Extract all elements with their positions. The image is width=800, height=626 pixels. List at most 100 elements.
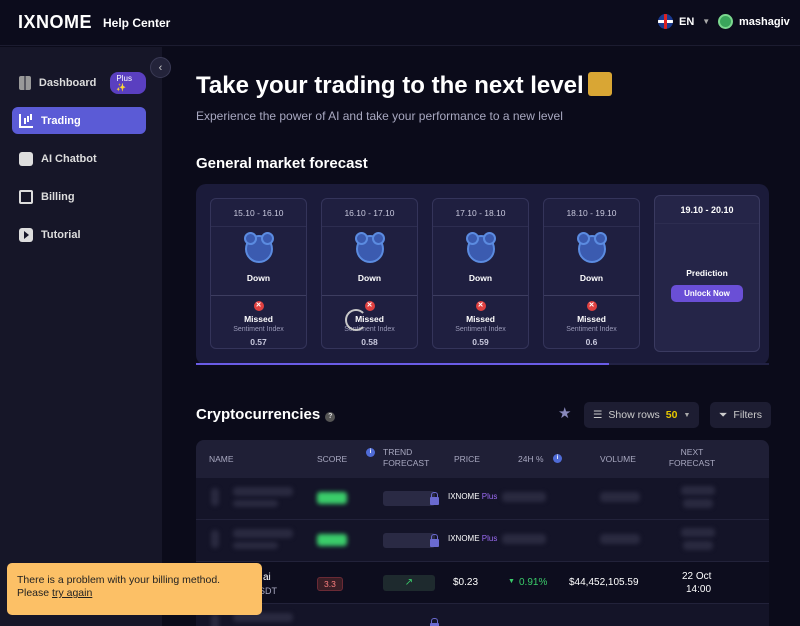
plus-locked-label[interactable]: IXNOME Plus bbox=[448, 492, 497, 501]
language-label: EN bbox=[679, 15, 695, 28]
column-name[interactable]: NAME bbox=[209, 454, 234, 465]
play-icon bbox=[19, 227, 33, 242]
forecast-status: Missed bbox=[244, 314, 273, 324]
forecast-direction: Down bbox=[357, 273, 382, 283]
forecast-card: 15.10 - 16.10 Down ✕ Missed Sentiment In… bbox=[210, 198, 307, 349]
prediction-card: 19.10 - 20.10 Prediction Unlock Now bbox=[654, 195, 760, 352]
sentiment-value: 0.58 bbox=[361, 337, 378, 347]
filters-label: Filters bbox=[733, 409, 762, 421]
forecast-card: 16.10 - 17.10 Down ✕ Missed Sentiment In… bbox=[321, 198, 418, 349]
blurred-volume bbox=[600, 492, 640, 502]
forecast-direction: Down bbox=[468, 273, 493, 283]
sidebar-item-billing[interactable]: Billing bbox=[12, 183, 146, 210]
page-subtitle: Experience the power of AI and take your… bbox=[196, 109, 563, 123]
forecast-date: 15.10 - 16.10 bbox=[211, 199, 306, 227]
chevron-down-icon: ▼ bbox=[683, 411, 691, 419]
column-next-forecast[interactable]: NEXT FORECAST bbox=[666, 447, 718, 469]
prediction-date: 19.10 - 20.10 bbox=[655, 196, 759, 224]
lock-icon bbox=[430, 534, 439, 547]
info-icon[interactable]: i bbox=[553, 454, 562, 463]
try-again-link[interactable]: try again bbox=[52, 587, 92, 599]
column-trend-forecast[interactable]: TREND FORECAST bbox=[383, 447, 438, 469]
filters-button[interactable]: ⏷ Filters bbox=[710, 402, 771, 428]
username: mashagiv bbox=[739, 15, 790, 28]
missed-icon: ✕ bbox=[253, 301, 264, 311]
divider bbox=[544, 295, 639, 296]
unlock-now-button[interactable]: Unlock Now bbox=[671, 285, 743, 302]
plus-locked-label[interactable]: IXNOME Plus bbox=[448, 534, 497, 543]
column-score[interactable]: SCORE bbox=[317, 454, 347, 465]
divider bbox=[211, 295, 306, 296]
column-volume[interactable]: VOLUME bbox=[600, 454, 636, 465]
sidebar-item-label: Trading bbox=[41, 114, 81, 127]
carousel-progress-fill bbox=[196, 363, 609, 365]
user-menu[interactable]: mashagiv bbox=[718, 14, 790, 29]
receipt-icon bbox=[19, 189, 33, 204]
sidebar-item-ai-chatbot[interactable]: AI Chatbot bbox=[12, 145, 146, 172]
blurred-pair bbox=[233, 542, 278, 549]
lock-icon bbox=[430, 492, 439, 505]
table-header: NAME SCORE i TREND FORECAST PRICE 24H % … bbox=[196, 440, 769, 478]
sentiment-value: 0.6 bbox=[585, 337, 598, 347]
forecast-date: 16.10 - 17.10 bbox=[322, 199, 417, 227]
help-icon[interactable]: ? bbox=[325, 412, 336, 422]
toast-message: There is a problem with your billing met… bbox=[17, 574, 221, 586]
forecast-date: 18.10 - 19.10 bbox=[544, 199, 639, 227]
blurred-score bbox=[317, 534, 347, 546]
table-row[interactable]: IXNOME Plus bbox=[196, 478, 769, 520]
forecast-card: 17.10 - 18.10 Down ✕ Missed Sentiment In… bbox=[432, 198, 529, 349]
caret-down-icon: ▼ bbox=[508, 578, 515, 585]
blurred-next-date bbox=[681, 528, 715, 537]
change-24h: 0.91% bbox=[519, 577, 548, 588]
forecast-status: Missed bbox=[577, 314, 606, 324]
list-icon: ☰ bbox=[593, 409, 603, 421]
sentiment-label: Sentiment Index bbox=[566, 326, 617, 333]
crypto-table: NAME SCORE i TREND FORECAST PRICE 24H % … bbox=[196, 440, 769, 626]
logo[interactable]: IXNOME bbox=[18, 12, 92, 33]
blurred-next-date bbox=[681, 486, 715, 495]
sidebar-item-label: Tutorial bbox=[41, 228, 81, 241]
sidebar-item-dashboard[interactable]: Dashboard Plus ✨ bbox=[12, 69, 146, 96]
column-price[interactable]: PRICE bbox=[454, 454, 480, 465]
forecast-title: General market forecast bbox=[196, 155, 368, 172]
divider bbox=[433, 295, 528, 296]
top-bar: IXNOME Help Center EN ▼ mashagiv bbox=[0, 0, 800, 46]
table-row[interactable] bbox=[196, 604, 769, 626]
forecast-status: Missed bbox=[466, 314, 495, 324]
toast-action-line: Please try again bbox=[17, 587, 93, 599]
missed-icon: ✕ bbox=[475, 301, 486, 311]
favorites-star-icon[interactable]: ★ bbox=[558, 404, 571, 422]
prediction-title: Prediction bbox=[686, 268, 728, 278]
show-rows-select[interactable]: ☰ Show rows 50 ▼ bbox=[584, 402, 700, 428]
language-selector[interactable]: EN ▼ bbox=[658, 14, 710, 29]
forecast-date: 17.10 - 18.10 bbox=[433, 199, 528, 227]
sidebar-item-tutorial[interactable]: Tutorial bbox=[12, 221, 146, 248]
missed-icon: ✕ bbox=[586, 301, 597, 311]
next-forecast-time: 14:00 bbox=[686, 584, 712, 595]
sidebar-item-label: Billing bbox=[41, 190, 75, 203]
coin-price: $0.23 bbox=[453, 577, 479, 588]
blurred-change bbox=[502, 492, 546, 502]
forecast-direction: Down bbox=[246, 273, 271, 283]
blurred-name bbox=[233, 487, 293, 496]
table-row[interactable]: IXNOME Plus bbox=[196, 520, 769, 562]
coin-logo bbox=[211, 488, 219, 506]
blurred-trend bbox=[383, 533, 435, 548]
billing-warning-toast: There is a problem with your billing met… bbox=[7, 563, 262, 615]
bank-icon bbox=[587, 72, 612, 96]
forecast-status: Missed bbox=[355, 314, 384, 324]
bear-icon bbox=[465, 232, 496, 263]
table-row[interactable]: ai SDT 3.3 ↗ $0.23 ▼ 0.91% $44,452,105.5… bbox=[196, 562, 769, 604]
collapse-sidebar-button[interactable]: ‹ bbox=[150, 57, 171, 78]
bear-icon bbox=[243, 232, 274, 263]
sentiment-value: 0.59 bbox=[472, 337, 489, 347]
plus-badge: Plus ✨ bbox=[110, 71, 146, 94]
sidebar-item-trading[interactable]: Trading bbox=[12, 107, 146, 134]
help-center-link[interactable]: Help Center bbox=[103, 16, 170, 30]
sentiment-label: Sentiment Index bbox=[233, 326, 284, 333]
column-24h[interactable]: 24H % bbox=[518, 454, 544, 465]
info-icon[interactable]: i bbox=[366, 448, 375, 457]
missed-icon: ✕ bbox=[364, 301, 375, 311]
sidebar-item-label: Dashboard bbox=[38, 76, 97, 89]
trend-up-icon: ↗ bbox=[383, 575, 435, 591]
